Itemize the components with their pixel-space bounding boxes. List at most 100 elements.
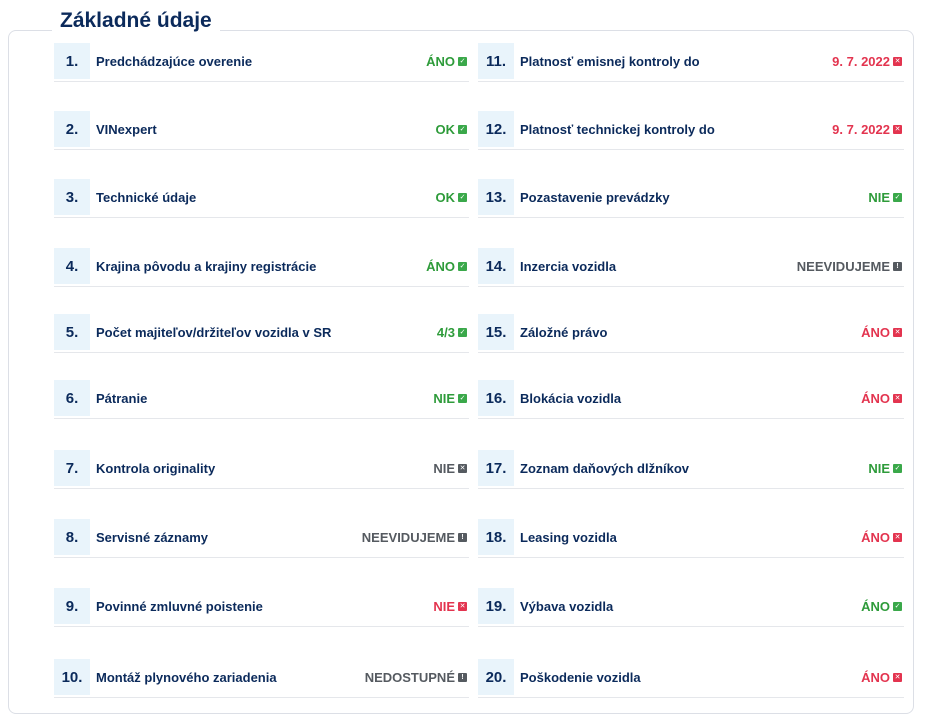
item-number-badge: 7.: [54, 450, 90, 486]
item-number-badge: 4.: [54, 248, 90, 284]
list-item: 19. Výbava vozidla ÁNO ✓: [478, 588, 904, 627]
list-item: 11. Platnosť emisnej kontroly do 9. 7. 202…: [478, 43, 904, 82]
status-text: NIE: [433, 598, 455, 614]
item-label: Servisné záznamy: [96, 529, 209, 545]
status-text: OK: [435, 121, 456, 137]
cross-icon: ✕: [458, 601, 467, 611]
status-text: NEEVIDUJEME: [361, 529, 455, 545]
item-status: ÁNO ✓: [426, 248, 467, 284]
cross-icon: ✕: [893, 124, 902, 134]
item-label: Leasing vozidla: [520, 529, 617, 545]
item-label: Povinné zmluvné poistenie: [96, 598, 263, 614]
item-status: ÁNO ✕: [861, 314, 902, 350]
status-text: NIE: [868, 460, 890, 476]
item-number-badge: 8.: [54, 519, 90, 555]
item-label: Blokácia vozidla: [520, 390, 622, 406]
status-text: 9. 7. 2022: [832, 53, 890, 69]
status-text: NIE: [433, 390, 455, 406]
item-label: Pozastavenie prevádzky: [520, 189, 670, 205]
item-status: NIE ✕: [433, 450, 467, 486]
item-status: ÁNO ✓: [426, 43, 467, 79]
item-status: ÁNO ✕: [861, 659, 902, 695]
cross-icon: ✕: [893, 327, 902, 337]
cross-icon: ✕: [893, 56, 902, 66]
left-column: 1. Predchádzajúce overenie ÁNO ✓ 2. VINexpert…: [54, 0, 469, 728]
item-label: Montáž plynového zariadenia: [96, 669, 277, 685]
list-item: 4. Krajina pôvodu a krajiny registrácie ÁN…: [54, 248, 469, 287]
list-item: 17. Zoznam daňových dlžníkov NIE ✓: [478, 450, 904, 489]
list-item: 10. Montáž plynového zariadenia NEDOSTUPNÉ…: [54, 659, 469, 698]
status-text: NEDOSTUPNÉ: [364, 669, 455, 685]
item-number-badge: 16.: [478, 380, 514, 416]
item-label: Inzercia vozidla: [520, 258, 617, 274]
status-text: ÁNO: [861, 669, 890, 685]
item-number-badge: 12.: [478, 111, 514, 147]
status-text: 9. 7. 2022: [832, 121, 890, 137]
item-number-badge: 2.: [54, 111, 90, 147]
item-number-badge: 15.: [478, 314, 514, 350]
item-label: Platnosť emisnej kontroly do: [520, 53, 700, 69]
item-status: 4/3 ✓: [437, 314, 467, 350]
item-status: ÁNO ✕: [861, 380, 902, 416]
item-number-badge: 18.: [478, 519, 514, 555]
list-item: 5. Počet majiteľov/držiteľov vozidla v SR…: [54, 314, 469, 353]
item-label: Poškodenie vozidla: [520, 669, 641, 685]
item-label: Platnosť technickej kontroly do: [520, 121, 715, 137]
check-icon: ✓: [893, 463, 902, 473]
item-label: Záložné právo: [520, 324, 608, 340]
item-label: Výbava vozidla: [520, 598, 614, 614]
item-number-badge: 14.: [478, 248, 514, 284]
list-item: 8. Servisné záznamy NEEVIDUJEME!: [54, 519, 469, 558]
item-label: VINexpert: [96, 121, 157, 137]
item-status: OK ✓: [435, 179, 467, 215]
status-text: ÁNO: [861, 598, 890, 614]
cross-icon: ✕: [893, 393, 902, 403]
item-status: OK ✓: [435, 111, 467, 147]
check-icon: ✓: [458, 124, 467, 134]
item-status: ÁNO ✕: [861, 519, 902, 555]
check-icon: ✓: [458, 261, 467, 271]
list-item: 12. Platnosť technickej kontroly do 9. 7. …: [478, 111, 904, 150]
item-number-badge: 13.: [478, 179, 514, 215]
item-number-badge: 19.: [478, 588, 514, 624]
list-item: 15. Záložné právo ÁNO ✕: [478, 314, 904, 353]
item-number-badge: 11.: [478, 43, 514, 79]
list-item: 18. Leasing vozidla ÁNO ✕: [478, 519, 904, 558]
list-item: 20. Poškodenie vozidla ÁNO ✕: [478, 659, 904, 698]
item-status: NIE ✓: [433, 380, 467, 416]
status-text: ÁNO: [861, 390, 890, 406]
item-label: Predchádzajúce overenie: [96, 53, 253, 69]
list-item: 2. VINexpert OK ✓: [54, 111, 469, 150]
status-text: ÁNO: [426, 53, 455, 69]
check-icon: ✓: [458, 56, 467, 66]
cross-icon: ✕: [893, 532, 902, 542]
item-number-badge: 10.: [54, 659, 90, 695]
item-status: ÁNO ✓: [861, 588, 902, 624]
list-item: 6. Pátranie NIE ✓: [54, 380, 469, 419]
check-icon: ✓: [458, 192, 467, 202]
cross-icon: ✕: [893, 672, 902, 682]
item-status: NIE ✕: [433, 588, 467, 624]
item-label: Krajina pôvodu a krajiny registrácie: [96, 258, 317, 274]
item-number-badge: 1.: [54, 43, 90, 79]
check-icon: ✓: [893, 192, 902, 202]
status-text: OK: [435, 189, 456, 205]
list-item: 1. Predchádzajúce overenie ÁNO ✓: [54, 43, 469, 82]
item-status: NIE ✓: [868, 450, 902, 486]
item-number-badge: 17.: [478, 450, 514, 486]
list-item: 9. Povinné zmluvné poistenie NIE ✕: [54, 588, 469, 627]
item-status: 9. 7. 2022 ✕: [832, 43, 902, 79]
item-status: NIE ✓: [868, 179, 902, 215]
status-text: ÁNO: [426, 258, 455, 274]
list-item: 14. Inzercia vozidla NEEVIDUJEME!: [478, 248, 904, 287]
status-text: ÁNO: [861, 529, 890, 545]
item-number-badge: 3.: [54, 179, 90, 215]
item-number-badge: 20.: [478, 659, 514, 695]
item-status: NEEVIDUJEME!: [797, 248, 902, 284]
list-item: 7. Kontrola originality NIE ✕: [54, 450, 469, 489]
item-number-badge: 9.: [54, 588, 90, 624]
info-icon: !: [458, 532, 467, 542]
item-status: NEDOSTUPNÉ!: [365, 659, 467, 695]
list-item: 3. Technické údaje OK ✓: [54, 179, 469, 218]
list-item: 16. Blokácia vozidla ÁNO ✕: [478, 380, 904, 419]
